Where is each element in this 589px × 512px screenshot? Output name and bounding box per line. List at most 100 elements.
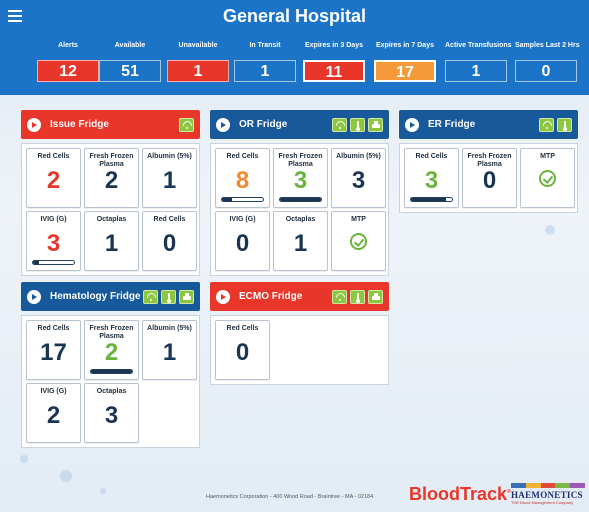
stat-alerts[interactable]: Alerts 12 bbox=[37, 42, 99, 82]
tile-fresh-frozen-plasma[interactable]: Fresh Frozen Plasma 3 bbox=[273, 148, 328, 208]
tile-fresh-frozen-plasma[interactable]: Fresh Frozen Plasma 2 bbox=[84, 148, 139, 208]
tile-red-cells[interactable]: Red Cells 0 bbox=[142, 211, 197, 271]
tile-label: MTP bbox=[351, 216, 366, 223]
play-icon[interactable] bbox=[216, 117, 230, 132]
thermometer-icon[interactable] bbox=[557, 117, 572, 132]
wifi-icon[interactable] bbox=[179, 117, 194, 132]
thermometer-icon[interactable] bbox=[350, 289, 365, 304]
thermometer-icon[interactable] bbox=[161, 289, 176, 304]
panel-header: ER Fridge bbox=[399, 110, 578, 139]
tile-mtp[interactable]: MTP bbox=[520, 148, 575, 208]
tile-count: 2 bbox=[46, 402, 61, 429]
printer-icon[interactable] bbox=[368, 117, 383, 132]
tile-octaplas[interactable]: Octaplas 3 bbox=[84, 383, 139, 443]
stat-value: 1 bbox=[445, 60, 507, 82]
play-icon[interactable] bbox=[216, 289, 230, 304]
stat-label: Expires in 3 Days bbox=[305, 42, 363, 49]
tile-red-cells[interactable]: Red Cells 2 bbox=[26, 148, 81, 208]
bloodtrack-logo: BloodTrack® bbox=[409, 484, 511, 504]
stat-active-transfusions[interactable]: Active Transfusions 1 bbox=[445, 42, 512, 82]
tile-grid: Red Cells 8 Fresh Frozen Plasma 3 Albumi… bbox=[210, 143, 389, 276]
page-title: General Hospital bbox=[222, 6, 367, 26]
stat-value: 0 bbox=[515, 60, 577, 82]
tile-red-cells[interactable]: Red Cells 17 bbox=[26, 320, 81, 380]
tile-count: 8 bbox=[235, 167, 250, 194]
stat-expires-7-days[interactable]: Expires in 7 Days 17 bbox=[374, 42, 436, 82]
tile-ivig[interactable]: IVIG (G) 0 bbox=[215, 211, 270, 271]
tile-octaplas[interactable]: Octaplas 1 bbox=[84, 211, 139, 271]
fridge-name: ER Fridge bbox=[428, 119, 476, 130]
thermometer-icon[interactable] bbox=[350, 117, 365, 132]
play-icon[interactable] bbox=[405, 117, 419, 132]
tile-count: 1 bbox=[293, 230, 308, 257]
tile-fresh-frozen-plasma[interactable]: Fresh Frozen Plasma 2 bbox=[84, 320, 139, 380]
fridge-name: Issue Fridge bbox=[50, 119, 109, 130]
tile-albumin[interactable]: Albumin (5%) 3 bbox=[331, 148, 386, 208]
tile-fresh-frozen-plasma[interactable]: Fresh Frozen Plasma 0 bbox=[462, 148, 517, 208]
tile-count: 2 bbox=[104, 167, 119, 194]
tile-count: 3 bbox=[424, 167, 439, 194]
panel-issue-fridge: Issue Fridge Red Cells 2 Fresh Frozen Pl… bbox=[21, 110, 200, 276]
panel-header: OR Fridge bbox=[210, 110, 389, 139]
wifi-icon[interactable] bbox=[539, 117, 554, 132]
tile-grid: Red Cells 17 Fresh Frozen Plasma 2 Album… bbox=[21, 315, 200, 448]
stat-unavailable[interactable]: Unavailable 1 bbox=[167, 42, 229, 82]
tile-grid: Red Cells 0 bbox=[210, 315, 389, 385]
wifi-icon[interactable] bbox=[332, 117, 347, 132]
tile-red-cells[interactable]: Red Cells 0 bbox=[215, 320, 270, 380]
stat-expires-3-days[interactable]: Expires in 3 Days 11 bbox=[303, 42, 365, 82]
stat-label: Available bbox=[114, 42, 146, 49]
play-icon[interactable] bbox=[27, 289, 41, 304]
tile-count: 3 bbox=[351, 167, 366, 194]
tile-count: 1 bbox=[162, 339, 177, 366]
tile-ivig[interactable]: IVIG (G) 3 bbox=[26, 211, 81, 271]
tile-albumin[interactable]: Albumin (5%) 1 bbox=[142, 148, 197, 208]
tile-count: 2 bbox=[104, 339, 119, 366]
fridge-name: Hematology Fridge bbox=[50, 291, 141, 302]
tile-red-cells[interactable]: Red Cells 3 bbox=[404, 148, 459, 208]
tile-red-cells[interactable]: Red Cells 8 bbox=[215, 148, 270, 208]
tile-count: 0 bbox=[482, 167, 497, 194]
stat-value: 17 bbox=[374, 60, 436, 82]
tile-count: 3 bbox=[46, 230, 61, 257]
tile-ivig[interactable]: IVIG (G) 2 bbox=[26, 383, 81, 443]
tile-grid: Red Cells 2 Fresh Frozen Plasma 2 Albumi… bbox=[21, 143, 200, 276]
tile-grid: Red Cells 3 Fresh Frozen Plasma 0 MTP bbox=[399, 143, 578, 213]
panel-header: Issue Fridge bbox=[21, 110, 200, 139]
stat-value: 12 bbox=[37, 60, 99, 82]
tile-count: 1 bbox=[104, 230, 119, 257]
stat-label: Alerts bbox=[58, 42, 78, 49]
haemonetics-logo: HAEMONETICS THE Blood Management Company bbox=[511, 483, 585, 507]
play-icon[interactable] bbox=[27, 117, 41, 132]
printer-icon[interactable] bbox=[179, 289, 194, 304]
panel-ecmo-fridge: ECMO Fridge Red Cells 0 bbox=[210, 282, 389, 385]
stat-in-transit[interactable]: In Transit 1 bbox=[234, 42, 296, 82]
tile-count: 17 bbox=[40, 339, 67, 366]
stat-value: 1 bbox=[167, 60, 229, 82]
background-dot bbox=[20, 455, 28, 463]
stock-level-bar bbox=[90, 369, 133, 374]
tile-count: 2 bbox=[46, 167, 61, 194]
wifi-icon[interactable] bbox=[143, 289, 158, 304]
stat-label: Unavailable bbox=[178, 42, 218, 49]
printer-icon[interactable] bbox=[368, 289, 383, 304]
tile-label: MTP bbox=[540, 153, 555, 160]
stat-value: 51 bbox=[99, 60, 161, 82]
stock-level-bar bbox=[410, 197, 453, 202]
stat-available[interactable]: Available 51 bbox=[99, 42, 161, 82]
stat-samples-last-2-hrs[interactable]: Samples Last 2 Hrs 0 bbox=[515, 42, 580, 82]
tile-count: 1 bbox=[162, 167, 177, 194]
stock-level-bar bbox=[221, 197, 264, 202]
tile-octaplas[interactable]: Octaplas 1 bbox=[273, 211, 328, 271]
tile-count: 0 bbox=[235, 230, 250, 257]
tile-count: 3 bbox=[104, 402, 119, 429]
background-dot bbox=[60, 470, 72, 482]
tile-mtp[interactable]: MTP bbox=[331, 211, 386, 271]
tile-albumin[interactable]: Albumin (5%) 1 bbox=[142, 320, 197, 380]
fridge-name: OR Fridge bbox=[239, 119, 288, 130]
background-dot bbox=[545, 225, 555, 235]
stock-level-bar bbox=[279, 197, 322, 202]
header-bar: General Hospital Alerts 12 Available 51 … bbox=[0, 0, 589, 95]
wifi-icon[interactable] bbox=[332, 289, 347, 304]
fridge-name: ECMO Fridge bbox=[239, 291, 303, 302]
